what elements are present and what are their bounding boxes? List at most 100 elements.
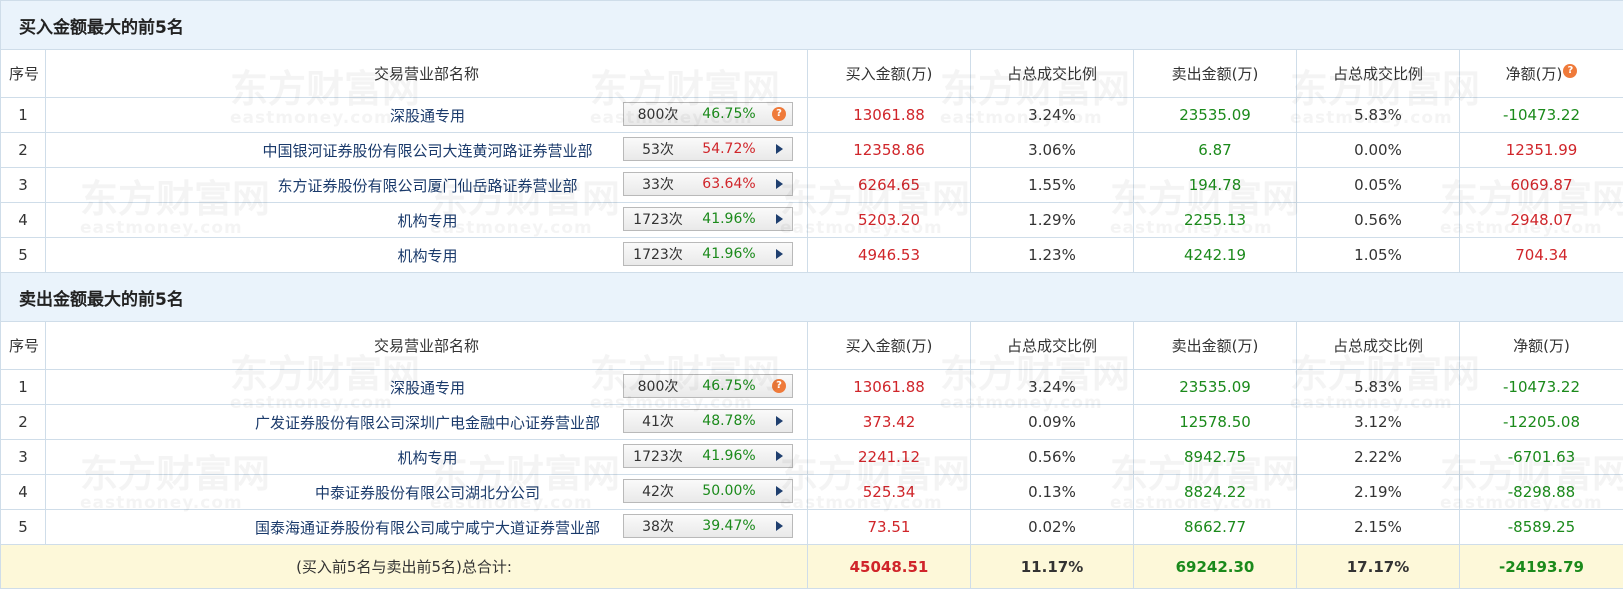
- win-rate: 50.00%: [702, 483, 756, 499]
- branch-stats-badge[interactable]: 1723次 41.96%: [623, 207, 793, 231]
- branch-cell: 机构专用 1723次 41.96%: [45, 202, 808, 238]
- win-rate: 41.96%: [702, 448, 756, 464]
- win-rate: 46.75%: [702, 106, 756, 122]
- play-triangle-icon[interactable]: [775, 451, 783, 461]
- branch-name-link[interactable]: 机构专用: [397, 247, 457, 265]
- sell-amount: 4242.19: [1133, 237, 1297, 273]
- row-index: 5: [0, 509, 46, 545]
- branch-stats-badge[interactable]: 1723次 41.96%: [623, 242, 793, 266]
- col-header-net: 净额(万): [1459, 321, 1623, 370]
- lhb-page: 东方财富网eastmoney.com 东方财富网eastmoney.com 东方…: [0, 0, 1623, 597]
- badge-action[interactable]: [772, 142, 786, 156]
- table-row: 2 中国银河证券股份有限公司大连黄河路证券营业部 53次 54.72% 12358.86…: [0, 132, 1623, 168]
- badge-action[interactable]: ?: [772, 379, 786, 393]
- total-label: (买入前5名与卖出前5名)总合计:: [0, 544, 808, 589]
- branch-name-link[interactable]: 东方证券股份有限公司厦门仙岳路证券营业部: [277, 177, 577, 195]
- branch-name-link[interactable]: 国泰海通证券股份有限公司咸宁咸宁大道证券营业部: [255, 519, 600, 537]
- branch-stats-badge[interactable]: 800次 46.75%?: [623, 374, 793, 398]
- badge-action[interactable]: [772, 449, 786, 463]
- badge-action[interactable]: [772, 484, 786, 498]
- badge-action[interactable]: [772, 177, 786, 191]
- buy-ratio: 3.06%: [970, 132, 1134, 168]
- branch-cell: 广发证券股份有限公司深圳广电金融中心证券营业部 41次 48.78%: [45, 404, 808, 440]
- question-mark-icon[interactable]: ?: [772, 107, 786, 121]
- branch-name-link[interactable]: 深股通专用: [390, 107, 465, 125]
- branch-stats-badge[interactable]: 42次 50.00%: [623, 479, 793, 503]
- net-amount: -12205.08: [1459, 404, 1623, 440]
- buy-amount: 73.51: [807, 509, 971, 545]
- sell-ratio: 2.19%: [1296, 474, 1460, 510]
- table-row: 4 机构专用 1723次 41.96% 5203.20 1.29% 2255.13 0.56%…: [0, 202, 1623, 238]
- total-row: (买入前5名与卖出前5名)总合计: 45048.51 11.17% 69242.…: [0, 544, 1623, 589]
- branch-stats-badge[interactable]: 41次 48.78%: [623, 409, 793, 433]
- question-mark-icon[interactable]: ?: [772, 379, 786, 393]
- sell-amount: 6.87: [1133, 132, 1297, 168]
- buy-amount: 12358.86: [807, 132, 971, 168]
- table-row: 4 中泰证券股份有限公司湖北分公司 42次 50.00% 525.34 0.13% 8824…: [0, 474, 1623, 510]
- buy-amount: 373.42: [807, 404, 971, 440]
- sell-ratio: 5.83%: [1296, 97, 1460, 133]
- branch-stats-badge[interactable]: 38次 39.47%: [623, 514, 793, 538]
- branch-name-link[interactable]: 深股通专用: [390, 379, 465, 397]
- total-net: -24193.79: [1459, 544, 1623, 589]
- play-triangle-icon[interactable]: [775, 179, 783, 189]
- badge-action[interactable]: [772, 247, 786, 261]
- header-row: 序号 交易营业部名称 买入金额(万) 占总成交比例 卖出金额(万) 占总成交比例…: [0, 49, 1623, 98]
- net-amount: 6069.87: [1459, 167, 1623, 203]
- col-header-sell-amount: 卖出金额(万): [1133, 49, 1297, 98]
- net-amount: 704.34: [1459, 237, 1623, 273]
- win-rate: 41.96%: [702, 211, 756, 227]
- branch-cell: 中泰证券股份有限公司湖北分公司 42次 50.00%: [45, 474, 808, 510]
- branch-name-link[interactable]: 中国银河证券股份有限公司大连黄河路证券营业部: [262, 142, 592, 160]
- branch-name-link[interactable]: 机构专用: [397, 212, 457, 230]
- appearance-count: 41次: [642, 414, 674, 430]
- play-triangle-icon[interactable]: [775, 521, 783, 531]
- branch-cell: 机构专用 1723次 41.96%: [45, 439, 808, 475]
- buy-ratio: 0.02%: [970, 509, 1134, 545]
- branch-name-link[interactable]: 中泰证券股份有限公司湖北分公司: [315, 484, 540, 502]
- row-index: 5: [0, 237, 46, 273]
- question-mark-icon[interactable]: ?: [1563, 64, 1578, 78]
- badge-action[interactable]: [772, 519, 786, 533]
- play-triangle-icon[interactable]: [775, 249, 783, 259]
- branch-name-link[interactable]: 广发证券股份有限公司深圳广电金融中心证券营业部: [255, 414, 600, 432]
- play-triangle-icon[interactable]: [775, 486, 783, 496]
- branch-stats-badge[interactable]: 33次 63.64%: [623, 172, 793, 196]
- table-row: 5 国泰海通证券股份有限公司咸宁咸宁大道证券营业部 38次 39.47% 73.51 0.…: [0, 509, 1623, 545]
- play-triangle-icon[interactable]: [775, 144, 783, 154]
- badge-action[interactable]: [772, 212, 786, 226]
- sell-amount: 23535.09: [1133, 369, 1297, 405]
- section-title-row: 卖出金额最大的前5名: [0, 272, 1623, 322]
- buy-ratio: 0.56%: [970, 439, 1134, 475]
- branch-name-link[interactable]: 机构专用: [397, 449, 457, 467]
- buy-amount: 525.34: [807, 474, 971, 510]
- col-header-sell-amount: 卖出金额(万): [1133, 321, 1297, 370]
- net-amount: -6701.63: [1459, 439, 1623, 475]
- sell-amount: 2255.13: [1133, 202, 1297, 238]
- badge-action[interactable]: [772, 414, 786, 428]
- branch-stats-badge[interactable]: 53次 54.72%: [623, 137, 793, 161]
- table-row: 2 广发证券股份有限公司深圳广电金融中心证券营业部 41次 48.78% 373.42 0…: [0, 404, 1623, 440]
- table-row: 1 深股通专用 800次 46.75%? 13061.88 3.24% 23535.09 5.…: [0, 369, 1623, 405]
- buy-amount: 5203.20: [807, 202, 971, 238]
- badge-action[interactable]: ?: [772, 107, 786, 121]
- col-header-sell-ratio: 占总成交比例: [1296, 321, 1460, 370]
- branch-cell: 深股通专用 800次 46.75%?: [45, 97, 808, 133]
- total-sell-pct: 17.17%: [1296, 544, 1460, 589]
- sell-ratio: 5.83%: [1296, 369, 1460, 405]
- table-row: 3 机构专用 1723次 41.96% 2241.12 0.56% 8942.75 2.22%…: [0, 439, 1623, 475]
- sell-section: 卖出金额最大的前5名 序号 交易营业部名称 买入金额(万) 占总成交比例 卖出金…: [0, 272, 1623, 545]
- play-triangle-icon[interactable]: [775, 214, 783, 224]
- row-index: 4: [0, 474, 46, 510]
- appearance-count: 800次: [637, 107, 679, 123]
- sell-amount: 194.78: [1133, 167, 1297, 203]
- col-header-buy-amount: 买入金额(万): [807, 321, 971, 370]
- buy-ratio: 1.29%: [970, 202, 1134, 238]
- col-header-index: 序号: [0, 49, 46, 98]
- branch-stats-badge[interactable]: 800次 46.75%?: [623, 102, 793, 126]
- appearance-count: 1723次: [633, 247, 683, 263]
- play-triangle-icon[interactable]: [775, 416, 783, 426]
- buy-section-title: 买入金额最大的前5名: [0, 0, 1623, 50]
- buy-amount: 13061.88: [807, 97, 971, 133]
- branch-stats-badge[interactable]: 1723次 41.96%: [623, 444, 793, 468]
